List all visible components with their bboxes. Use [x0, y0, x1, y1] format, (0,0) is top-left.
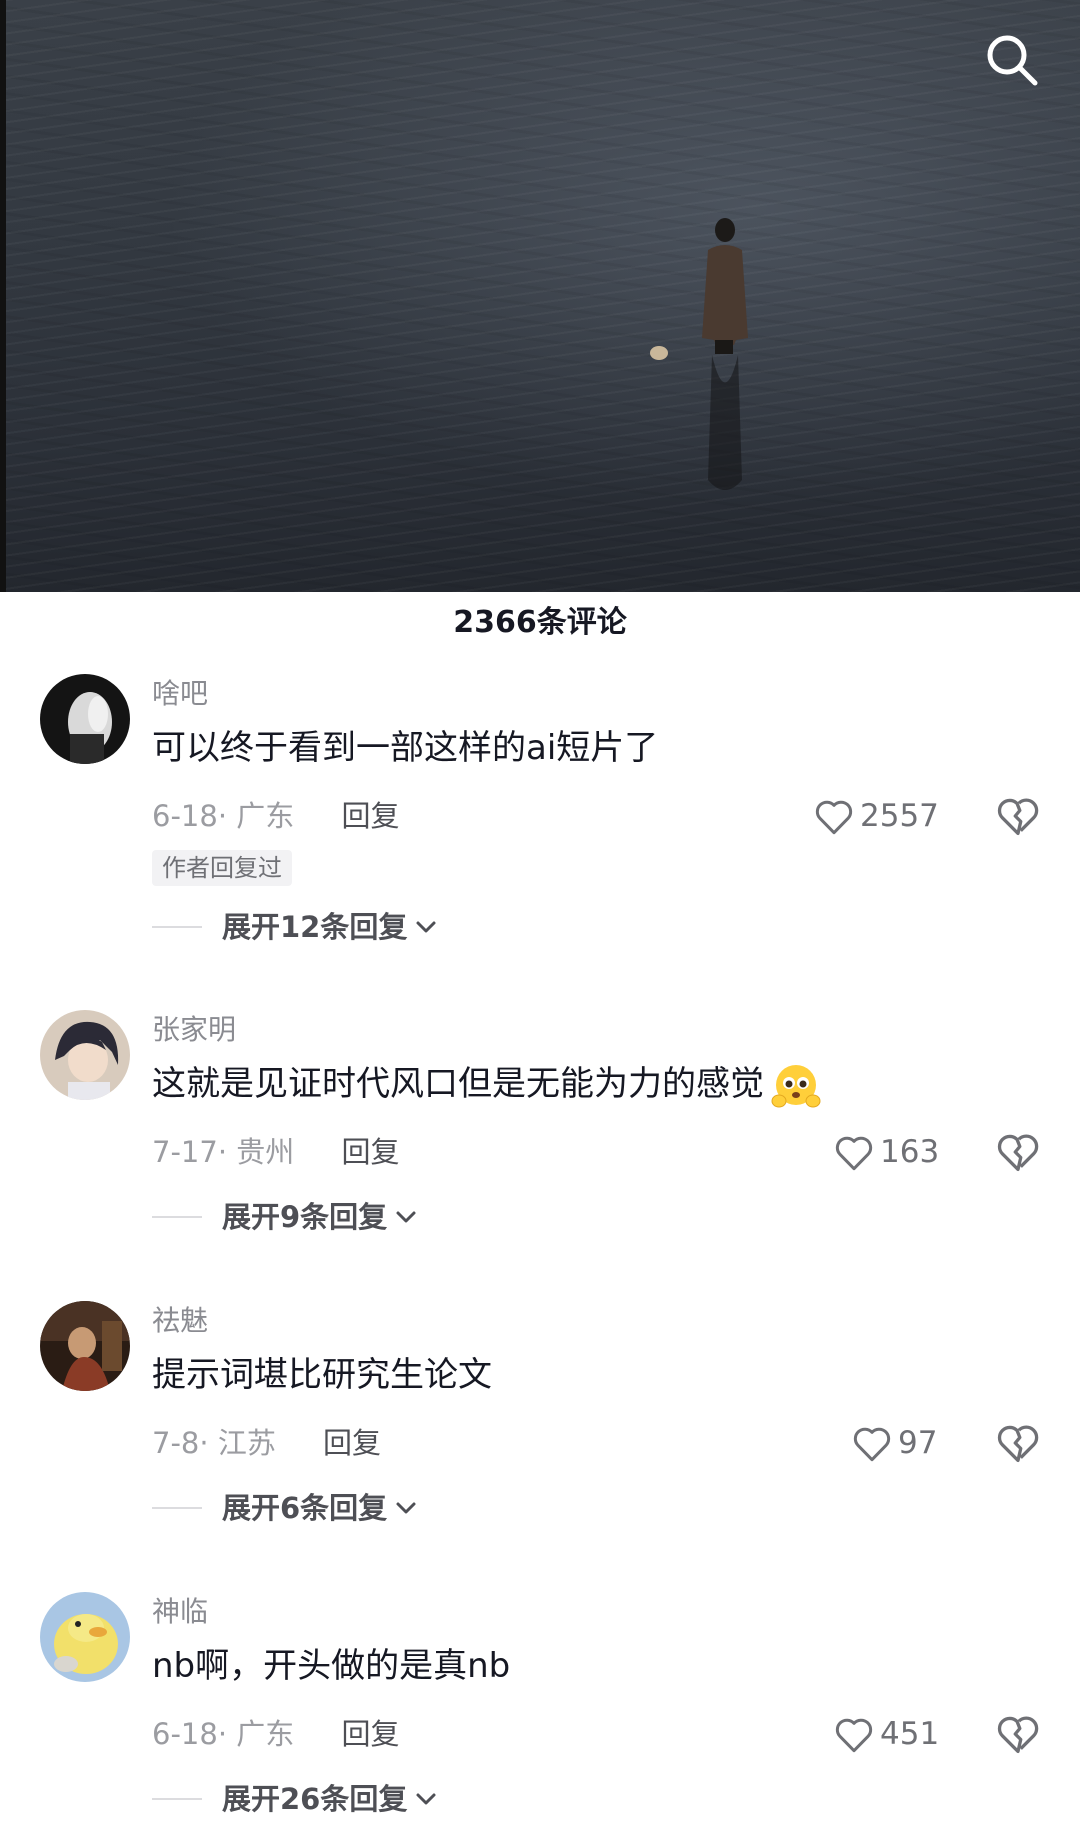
- comment-location: 江苏: [217, 1426, 276, 1460]
- video-player[interactable]: [0, 0, 1080, 592]
- like-count: 2557: [860, 798, 939, 834]
- meta-separator: ·: [217, 1717, 237, 1751]
- comment-text: 这就是见证时代风口但是无能为力的感觉: [152, 1058, 824, 1111]
- divider-line: [152, 926, 202, 928]
- standing-man-figure: [702, 218, 748, 490]
- comment-date: 7-8: [152, 1426, 200, 1460]
- expand-replies-button[interactable]: 展开26条回复: [152, 1774, 437, 1824]
- meta-separator: ·: [217, 799, 237, 833]
- avatar[interactable]: [40, 674, 130, 764]
- chevron-down-icon: [396, 1502, 416, 1514]
- search-icon: [987, 35, 1038, 86]
- heart-icon: [835, 1136, 873, 1171]
- video-edge: [0, 0, 6, 592]
- comment-username[interactable]: 啥吧: [152, 674, 208, 714]
- avatar-image: [40, 1010, 130, 1100]
- divider-line: [152, 1216, 202, 1218]
- expand-replies-label: 展开6条回复: [222, 1491, 388, 1525]
- chevron-down-icon: [396, 1211, 416, 1223]
- reply-button[interactable]: 回复: [323, 1426, 381, 1460]
- avatar-image: [40, 674, 130, 764]
- broken-heart-icon: [997, 1716, 1039, 1754]
- expand-replies-button[interactable]: 展开9条回复: [152, 1192, 417, 1242]
- comment-meta: 7-8· 江苏 回复: [152, 1421, 381, 1465]
- water-texture-2: [0, 0, 1080, 592]
- comment-date: 6-18: [152, 1717, 218, 1751]
- like-count: 451: [880, 1716, 940, 1752]
- comment-username[interactable]: 神临: [152, 1592, 208, 1632]
- chevron-down-icon: [416, 921, 436, 933]
- broken-heart-icon: [997, 798, 1039, 836]
- avatar[interactable]: [40, 1592, 130, 1682]
- like-count: 97: [898, 1425, 938, 1461]
- comment-location: 贵州: [236, 1135, 295, 1169]
- comment-location: 广东: [236, 1717, 295, 1751]
- avatar[interactable]: [40, 1010, 130, 1100]
- comment-date: 7-17: [152, 1135, 218, 1169]
- comment-date: 6-18: [152, 799, 218, 833]
- search-button[interactable]: [972, 20, 1052, 100]
- expand-replies-label: 展开12条回复: [222, 910, 408, 944]
- reply-button[interactable]: 回复: [342, 799, 400, 833]
- comment-meta: 6-18· 广东 回复: [152, 1712, 400, 1756]
- like-button[interactable]: 451: [834, 1710, 939, 1758]
- avatar-image: [40, 1592, 130, 1682]
- pleading-face-emoji: [771, 1064, 821, 1107]
- meta-separator: ·: [199, 1426, 218, 1460]
- avatar-image: [40, 1301, 130, 1391]
- broken-heart-icon: [997, 1134, 1039, 1172]
- like-button[interactable]: 97: [852, 1419, 937, 1467]
- reply-button[interactable]: 回复: [342, 1135, 400, 1169]
- comments-count-title: 2366条评论: [453, 605, 627, 640]
- dislike-button[interactable]: [996, 1130, 1040, 1174]
- heart-icon: [815, 800, 853, 835]
- expand-replies-button[interactable]: 展开12条回复: [152, 902, 437, 952]
- comment-text: 提示词堪比研究生论文: [152, 1355, 492, 1395]
- avatar[interactable]: [40, 1301, 130, 1391]
- dislike-button[interactable]: [996, 1712, 1040, 1756]
- expand-replies-label: 展开9条回复: [222, 1200, 388, 1234]
- comment-meta: 7-17· 贵州 回复: [152, 1130, 400, 1174]
- reply-button[interactable]: 回复: [342, 1717, 400, 1751]
- comment-text: 可以终于看到一部这样的ai短片了: [152, 728, 659, 768]
- broken-heart-icon: [997, 1425, 1039, 1463]
- comment-text-body: 这就是见证时代风口但是无能为力的感觉: [152, 1064, 764, 1104]
- comment-username[interactable]: 祛魅: [152, 1301, 208, 1341]
- dislike-button[interactable]: [996, 1421, 1040, 1465]
- divider-line: [152, 1507, 202, 1509]
- floating-bottle: [650, 346, 668, 360]
- like-button[interactable]: 2557: [814, 792, 939, 840]
- dislike-button[interactable]: [996, 794, 1040, 838]
- like-count: 163: [880, 1134, 940, 1170]
- meta-separator: ·: [217, 1135, 237, 1169]
- heart-icon: [835, 1718, 873, 1753]
- author-replied-badge: 作者回复过: [152, 850, 292, 886]
- comment-text: nb啊，开头做的是真nb: [152, 1646, 511, 1686]
- like-button[interactable]: 163: [834, 1128, 939, 1176]
- expand-replies-button[interactable]: 展开6条回复: [152, 1483, 417, 1533]
- chevron-down-icon: [416, 1793, 436, 1805]
- comment-username[interactable]: 张家明: [152, 1010, 236, 1050]
- heart-icon: [853, 1427, 891, 1462]
- expand-replies-label: 展开26条回复: [222, 1782, 408, 1816]
- comment-location: 广东: [236, 799, 295, 833]
- comment-meta: 6-18· 广东 回复: [152, 794, 400, 838]
- divider-line: [152, 1798, 202, 1800]
